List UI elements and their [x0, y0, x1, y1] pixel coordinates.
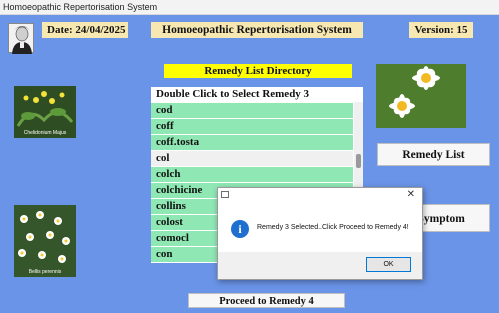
remedy-directory-label: Remedy List Directory — [164, 64, 352, 78]
info-dialog: ✕ i Remedy 3 Selected..Click Proceed to … — [217, 187, 423, 280]
date-label: Date: 24/04/2025 — [42, 22, 128, 38]
daisy-field-icon — [14, 205, 76, 277]
chamomile-flower-icon — [376, 64, 466, 128]
list-item[interactable]: colch — [151, 167, 353, 182]
remedy-list-button[interactable]: Remedy List — [377, 143, 490, 166]
list-item[interactable]: coff — [151, 119, 353, 134]
proceed-button[interactable]: Proceed to Remedy 4 — [188, 293, 345, 308]
dialog-footer: OK — [218, 252, 422, 279]
info-icon: i — [231, 220, 249, 238]
window-icon — [221, 191, 229, 198]
dialog-body: i Remedy 3 Selected..Click Proceed to Re… — [218, 202, 422, 253]
scrollbar-thumb[interactable] — [356, 154, 361, 168]
list-item-selected[interactable]: col — [151, 151, 353, 166]
plant2-caption: Bellis perennis — [28, 269, 62, 275]
remedy-list-header: Double Click to Select Remedy 3 — [151, 87, 363, 102]
list-item[interactable]: cod — [151, 103, 353, 118]
close-icon[interactable]: ✕ — [407, 188, 415, 202]
chamomile-image — [376, 64, 466, 128]
chelidonium-image: Chelidonium Majus — [14, 86, 76, 138]
version-label: Version: 15 — [409, 22, 473, 38]
main-window: Date: 24/04/2025 Homoeopathic Repertoris… — [0, 15, 499, 313]
portrait-icon — [12, 26, 32, 54]
plant1-caption: Chelidonium Majus — [23, 130, 67, 136]
bellis-image: Bellis perennis — [14, 205, 76, 277]
window-title: Homoeopathic Repertorisation System — [0, 0, 499, 15]
app-title: Homoeopathic Repertorisation System — [151, 22, 363, 38]
portrait-image — [8, 23, 34, 54]
list-item[interactable]: coff.tosta — [151, 135, 353, 150]
dialog-titlebar: ✕ — [218, 188, 422, 202]
dialog-message: Remedy 3 Selected..Click Proceed to Reme… — [257, 224, 409, 231]
ok-button[interactable]: OK — [366, 257, 411, 272]
